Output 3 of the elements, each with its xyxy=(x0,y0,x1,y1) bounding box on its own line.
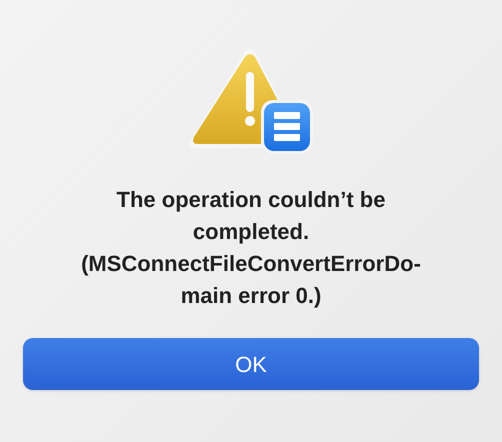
warning-document-icon xyxy=(189,48,313,156)
alert-message: The operation couldn’t be completed. (MSConnectFileConvertErrorDo- main error 0.) xyxy=(81,186,421,310)
ok-button[interactable]: OK xyxy=(23,338,479,390)
